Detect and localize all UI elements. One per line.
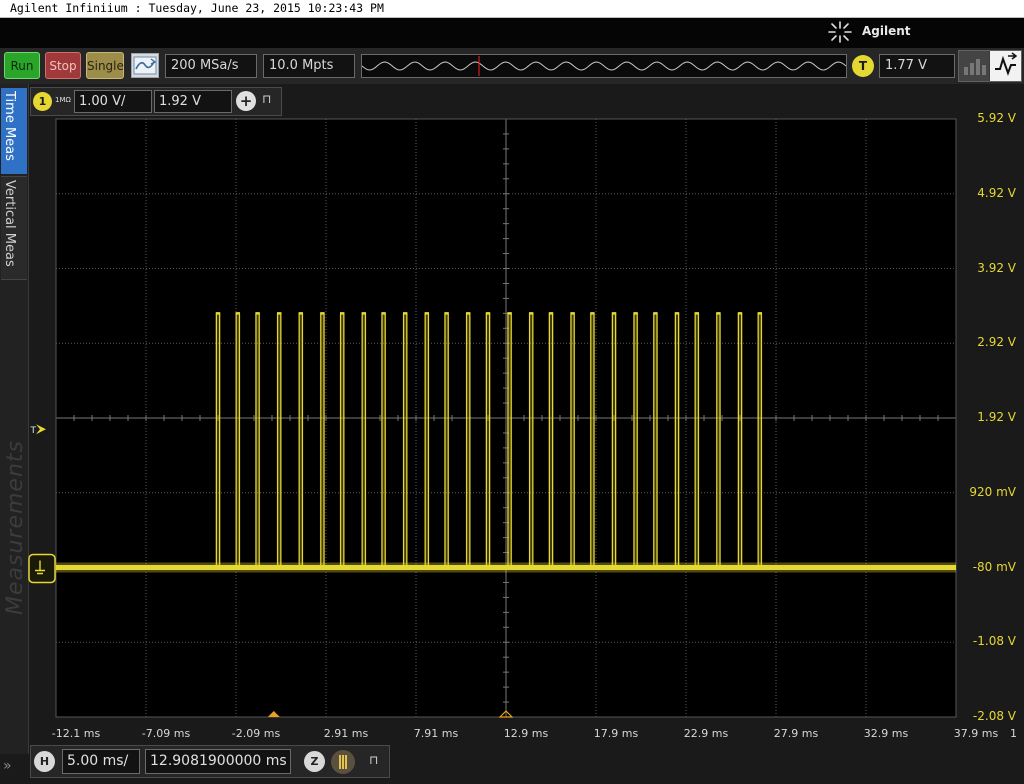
pulse-8	[361, 312, 367, 568]
x-tick-label: -7.09 ms	[141, 727, 191, 740]
x-tick-label: 22.9 ms	[683, 727, 729, 740]
y-tick-label: 2.92 V	[977, 335, 1016, 350]
scope-display[interactable]: T	[0, 0, 1024, 784]
pulse-9	[381, 312, 387, 568]
horizontal-badge[interactable]: H	[34, 751, 55, 772]
y-tick-label: 1.92 V	[977, 410, 1016, 424]
x-tick-label: 7.91 ms	[413, 727, 459, 740]
zoom-toggle-button[interactable]	[331, 750, 355, 774]
pulse-4	[276, 312, 282, 568]
pulse-11	[424, 312, 430, 568]
channel-ground-marker	[28, 553, 56, 584]
pulse-27	[757, 312, 763, 568]
pulse-19	[589, 312, 595, 568]
pulse-17	[548, 312, 554, 568]
pulse-13	[465, 312, 471, 568]
baseline-trace	[56, 565, 956, 570]
pulse-23	[674, 312, 680, 568]
pulse-26	[737, 312, 743, 568]
x-tick-label: -2.09 ms	[231, 727, 281, 740]
pulse-24	[694, 312, 700, 568]
y-tick-label: -1.08 V	[972, 634, 1016, 649]
pulse-12	[444, 312, 450, 568]
pulse-5	[298, 312, 304, 568]
x-tick-label: 32.9 ms	[863, 727, 909, 740]
pulse-18	[570, 312, 576, 568]
pulse-16	[528, 312, 534, 568]
x-tick-label: -12.1 ms	[51, 727, 101, 740]
y-tick-label: -80 mV	[972, 559, 1016, 574]
x-tick-label: 12.9 ms	[503, 727, 549, 740]
pulse-21	[633, 312, 639, 568]
trigger-marker-label: T	[30, 426, 37, 436]
y-tick-label: 4.92 V	[977, 185, 1016, 200]
x-tick-label: 2.91 ms	[323, 727, 369, 740]
x-end-label: 1	[1010, 727, 1017, 740]
y-tick-label: -2.08 V	[972, 709, 1016, 723]
horizontal-position-field[interactable]: 12.9081900000 ms	[145, 749, 291, 774]
pulse-6	[319, 312, 325, 568]
pulse-2	[235, 312, 241, 568]
pulse-7	[339, 312, 345, 568]
pulse-25	[715, 312, 721, 568]
pin-horizontal-icon[interactable]: ⊓	[369, 753, 378, 767]
pulse-15	[507, 312, 513, 568]
pulse-10	[402, 312, 408, 568]
zoom-dots-icon	[339, 755, 347, 769]
pulse-20	[611, 312, 617, 568]
pulse-3	[255, 312, 261, 568]
pulse-1	[215, 312, 221, 568]
x-tick-label: 17.9 ms	[593, 727, 639, 740]
x-tick-label: 27.9 ms	[773, 727, 819, 740]
zoom-badge[interactable]: Z	[304, 751, 325, 772]
pulse-22	[652, 312, 658, 568]
x-tick-label: 37.9 ms	[953, 727, 999, 740]
horizontal-scale-field[interactable]: 5.00 ms/	[62, 749, 140, 774]
y-tick-label: 920 mV	[969, 484, 1016, 499]
y-tick-label: 3.92 V	[977, 260, 1016, 275]
trigger-level-marker	[36, 424, 46, 435]
pulse-14	[485, 312, 491, 568]
y-tick-label: 5.92 V	[977, 111, 1016, 125]
